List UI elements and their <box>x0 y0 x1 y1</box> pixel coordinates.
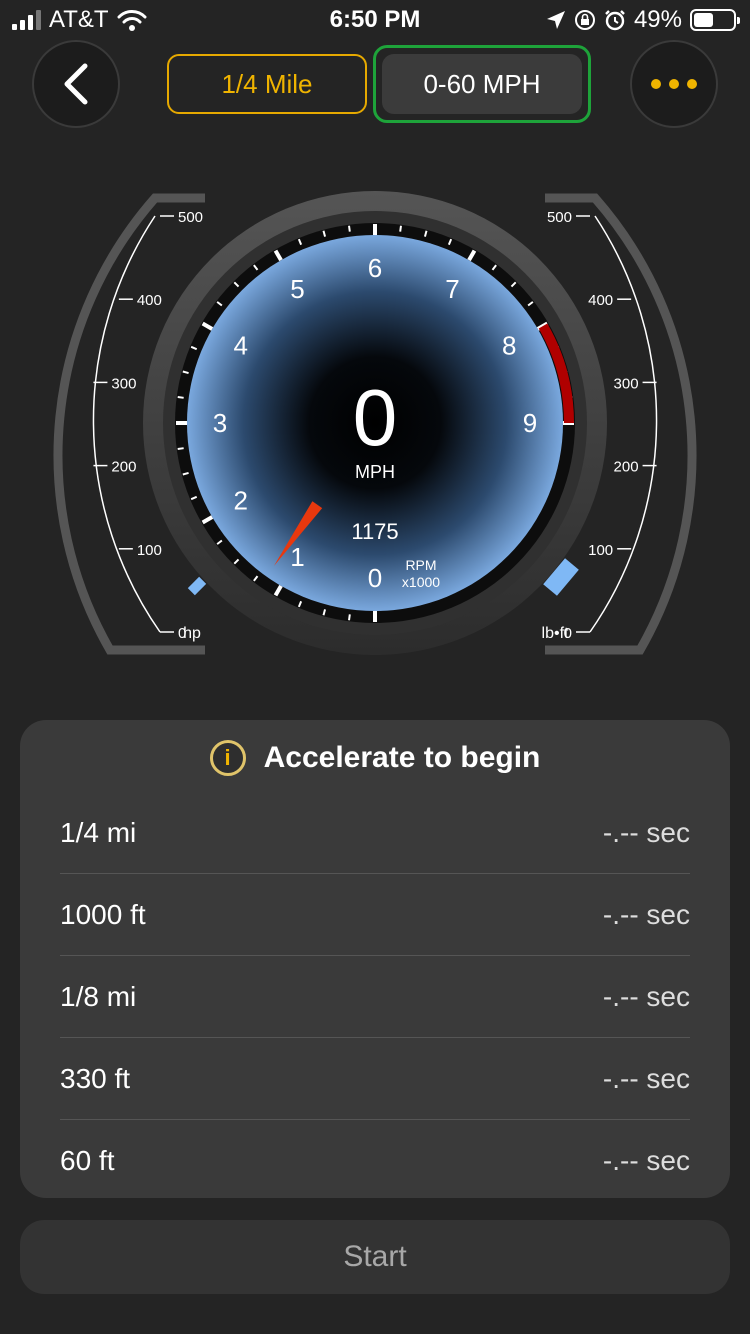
speed-unit: MPH <box>355 462 395 482</box>
rpm-tick-label: 9 <box>523 408 537 438</box>
speed-value: 0 <box>353 373 398 462</box>
rpm-tick <box>177 396 184 399</box>
scale-label: 100 <box>137 542 162 559</box>
results-list: 1/4 mi -.-- sec 1000 ft -.-- sec 1/8 mi -.-… <box>60 792 690 1202</box>
rotation-lock-icon <box>574 10 595 30</box>
result-label: 60 ft <box>60 1145 115 1176</box>
result-value: -.-- sec <box>602 980 690 1012</box>
results-header: i Accelerate to begin <box>20 740 730 776</box>
result-label: 1000 ft <box>60 898 146 930</box>
rpm-tick-label: 3 <box>213 408 227 438</box>
rpm-scale-label: x1000 <box>402 574 440 590</box>
battery-percent: 49% <box>633 6 682 33</box>
scale-label: 400 <box>137 292 162 309</box>
result-value: -.-- sec <box>602 1062 690 1094</box>
rpm-label: RPM <box>405 557 436 573</box>
rpm-tick-label: 0 <box>368 563 382 593</box>
results-panel: i Accelerate to begin 1/4 mi -.-- sec 100… <box>20 720 730 1198</box>
result-label: 1/8 mi <box>60 980 137 1012</box>
chevron-left-icon <box>64 63 88 105</box>
rpm-tick <box>399 225 402 232</box>
hp-unit: hp <box>183 625 201 642</box>
scale-label: 300 <box>111 375 136 392</box>
rpm-tick <box>177 447 184 450</box>
scale-label: 200 <box>111 459 136 476</box>
location-arrow-icon <box>546 11 565 29</box>
scale-label: 200 <box>614 459 639 476</box>
ellipsis-icon <box>651 79 697 89</box>
info-icon: i <box>209 740 246 776</box>
rpm-tick <box>348 614 351 621</box>
rpm-tick-label: 1 <box>290 542 304 572</box>
result-row: 60 ft -.-- sec <box>60 1120 690 1202</box>
result-row: 1000 ft -.-- sec <box>60 874 690 956</box>
alarm-icon <box>605 10 625 31</box>
status-bar: AT&T 6:50 PM 49% <box>0 0 750 40</box>
scale-label: 500 <box>178 209 203 226</box>
status-right: 49% <box>546 6 740 34</box>
result-value: -.-- sec <box>602 1145 690 1176</box>
scale-label: 500 <box>547 209 572 226</box>
rpm-tick-label: 5 <box>290 274 304 304</box>
tab-0-60-mph[interactable]: 0-60 MPH <box>382 54 582 114</box>
rpm-value: 1175 <box>351 519 398 544</box>
hp-level-bar <box>187 576 207 596</box>
scale-label: 300 <box>614 375 639 392</box>
scale-label: 400 <box>588 292 613 309</box>
result-value: -.-- sec <box>602 898 690 930</box>
result-value: -.-- sec <box>602 816 690 848</box>
scale-label: 100 <box>588 542 613 559</box>
more-button[interactable] <box>630 40 718 128</box>
result-label: 1/4 mi <box>60 816 137 848</box>
result-label: 330 ft <box>60 1062 131 1094</box>
result-row: 330 ft -.-- sec <box>60 1038 690 1120</box>
rpm-tick-label: 8 <box>502 331 516 361</box>
rpm-tick <box>348 225 351 232</box>
rpm-tick-label: 6 <box>368 253 382 283</box>
rpm-tick-label: 7 <box>445 274 459 304</box>
back-button[interactable] <box>32 40 120 128</box>
rpm-tick-label: 2 <box>234 486 248 516</box>
start-button[interactable]: Start <box>20 1220 730 1294</box>
battery-icon <box>690 9 740 31</box>
results-title: Accelerate to begin <box>263 741 541 774</box>
rpm-tick-label: 4 <box>234 331 248 361</box>
tab-quarter-mile[interactable]: 1/4 Mile <box>167 54 367 114</box>
result-row: 1/4 mi -.-- sec <box>60 792 690 874</box>
rpm-gauge: 0 100 200 300 400 500 0 100 200 300 400 500 hp lb•… <box>53 191 697 655</box>
torque-unit: lb•ft <box>542 625 570 642</box>
result-row: 1/8 mi -.-- sec <box>60 956 690 1038</box>
